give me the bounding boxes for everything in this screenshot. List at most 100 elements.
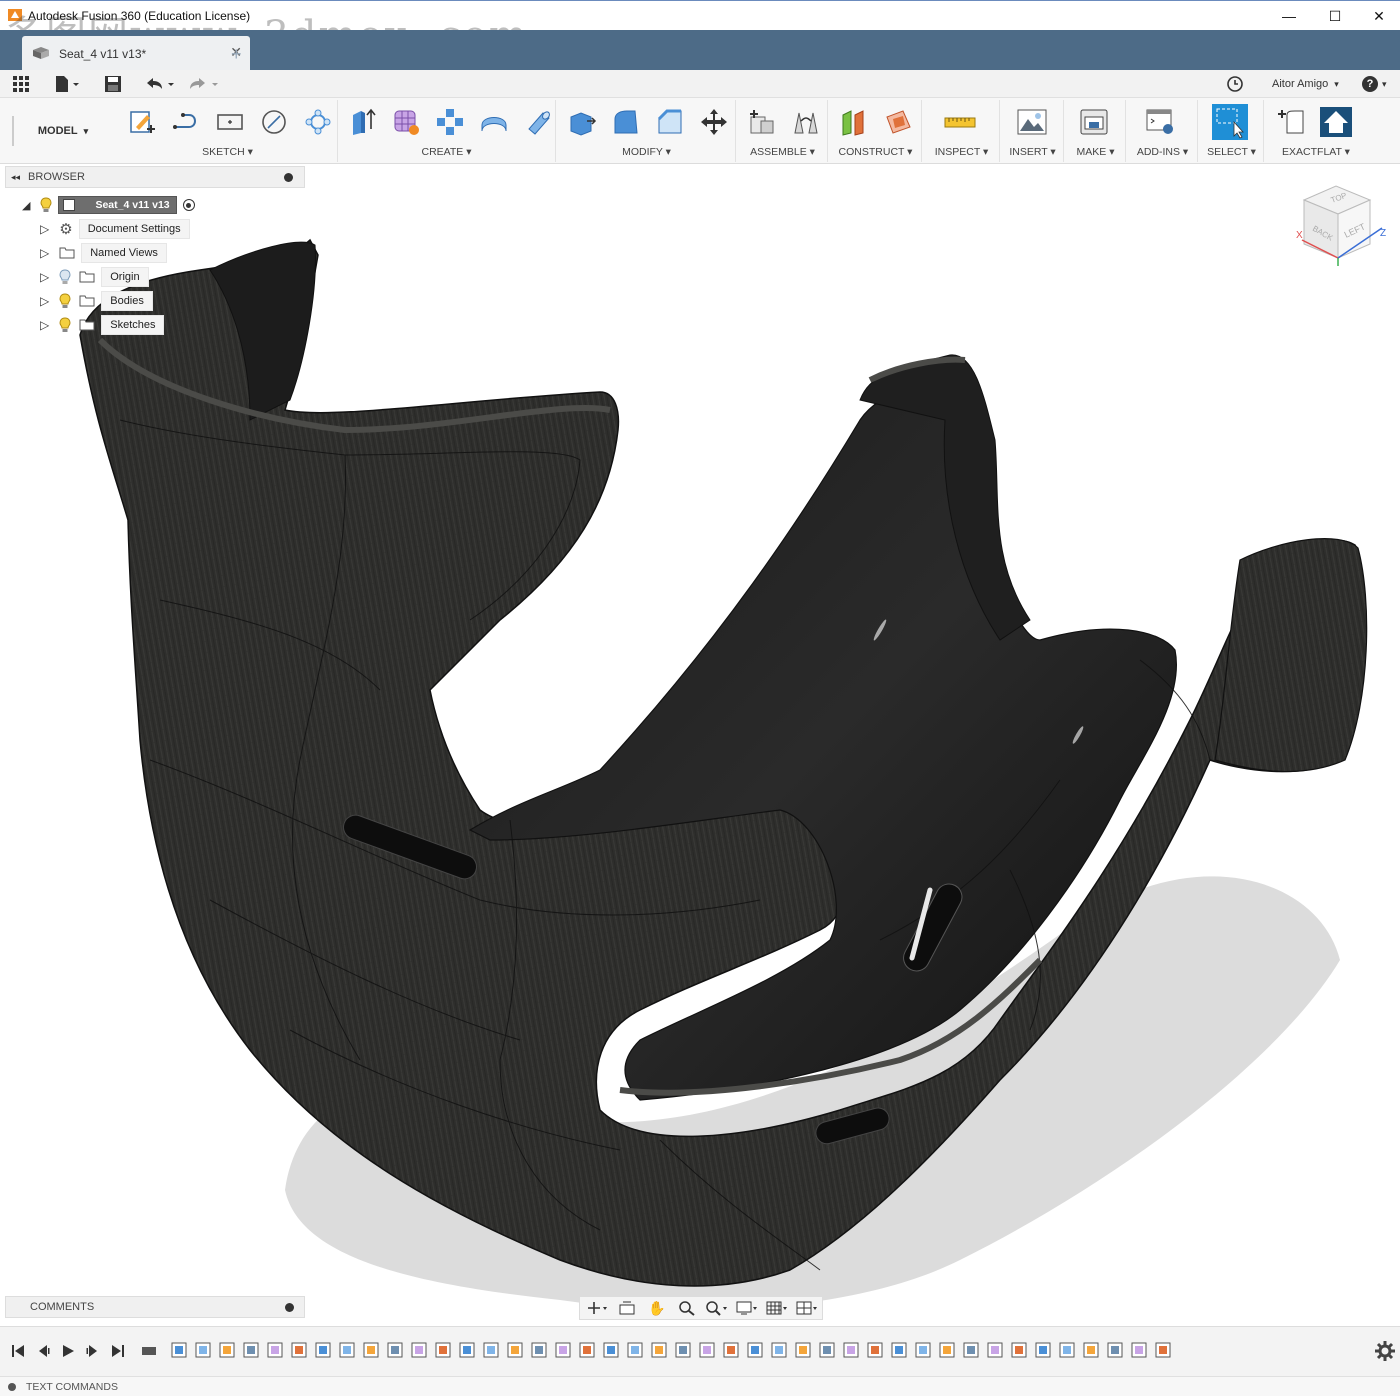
timeline-feature-icon[interactable]	[435, 1342, 451, 1358]
joint-icon[interactable]	[788, 104, 824, 140]
timeline-feature-icon[interactable]	[171, 1342, 187, 1358]
timeline-feature-icon[interactable]	[267, 1342, 283, 1358]
job-status-button[interactable]	[1226, 74, 1244, 94]
gear-icon[interactable]	[1374, 1340, 1396, 1362]
circle-tool-icon[interactable]	[256, 104, 292, 140]
browser-header[interactable]: ◂◂ BROWSER	[5, 166, 305, 188]
lightbulb-icon[interactable]	[40, 197, 52, 213]
add-ins-menu[interactable]: ADD-INS ▾	[1128, 146, 1197, 158]
timeline-feature-icon[interactable]	[579, 1342, 595, 1358]
add-comment-icon[interactable]	[285, 1303, 294, 1312]
timeline-feature-icon[interactable]	[1107, 1342, 1123, 1358]
file-menu-button[interactable]	[54, 74, 80, 94]
3d-print-icon[interactable]	[1076, 104, 1112, 140]
fit-button[interactable]	[704, 1298, 730, 1318]
data-panel-button[interactable]	[12, 74, 30, 94]
help-menu[interactable]: ? ▾	[1362, 74, 1387, 94]
exactflat-new-icon[interactable]	[1274, 104, 1310, 140]
timeline-feature-icon[interactable]	[795, 1342, 811, 1358]
workspace-switcher[interactable]: MODEL ▾	[12, 116, 112, 146]
inspect-menu[interactable]: INSPECT ▾	[924, 146, 999, 158]
tree-item-document-settings[interactable]: ▷ ⚙ Document Settings	[40, 219, 190, 239]
timeline-feature-icon[interactable]	[1083, 1342, 1099, 1358]
timeline-feature-icon[interactable]	[747, 1342, 763, 1358]
timeline-feature-icon[interactable]	[987, 1342, 1003, 1358]
timeline-feature-icon[interactable]	[915, 1342, 931, 1358]
extrude-icon[interactable]	[344, 104, 380, 140]
orbit-button[interactable]	[584, 1298, 610, 1318]
modify-menu[interactable]: MODIFY ▾	[558, 146, 735, 158]
insert-menu[interactable]: INSERT ▾	[1002, 146, 1063, 158]
timeline-prev-button[interactable]	[33, 1341, 53, 1361]
timeline-feature-icon[interactable]	[459, 1342, 475, 1358]
timeline-feature-icon[interactable]	[483, 1342, 499, 1358]
timeline-feature-icon[interactable]	[411, 1342, 427, 1358]
timeline-end-button[interactable]	[108, 1341, 128, 1361]
expand-triangle-icon[interactable]: ▷	[40, 246, 49, 260]
timeline-feature-icon[interactable]	[675, 1342, 691, 1358]
minimize-button[interactable]: —	[1266, 1, 1312, 31]
measure-icon[interactable]	[942, 104, 978, 140]
view-cube[interactable]: TOP BACK LEFT X Z	[1292, 178, 1392, 274]
canvas-viewport[interactable]	[0, 165, 1400, 1325]
construct-menu[interactable]: CONSTRUCT ▾	[830, 146, 921, 158]
document-tab[interactable]: Seat_4 v11 v13* ✕	[22, 36, 250, 70]
fillet-icon[interactable]	[608, 104, 644, 140]
timeline-feature-icon[interactable]	[1035, 1342, 1051, 1358]
timeline-feature-icon[interactable]	[387, 1342, 403, 1358]
expand-triangle-icon[interactable]: ▷	[40, 294, 49, 308]
timeline-features[interactable]	[140, 1339, 1180, 1363]
comments-panel[interactable]: COMMENTS	[5, 1296, 305, 1318]
timeline-feature-icon[interactable]	[1131, 1342, 1147, 1358]
create-sketch-icon[interactable]	[124, 104, 160, 140]
timeline-group-marker[interactable]	[142, 1347, 156, 1355]
close-window-button[interactable]: ✕	[1356, 1, 1400, 31]
expand-triangle-icon[interactable]: ▷	[40, 270, 49, 284]
timeline-feature-icon[interactable]	[195, 1342, 211, 1358]
timeline-feature-icon[interactable]	[363, 1342, 379, 1358]
timeline-feature-icon[interactable]	[963, 1342, 979, 1358]
lightbulb-icon[interactable]	[59, 293, 71, 309]
lightbulb-icon[interactable]	[59, 317, 71, 333]
timeline-feature-icon[interactable]	[891, 1342, 907, 1358]
select-menu[interactable]: SELECT ▾	[1200, 146, 1263, 158]
timeline-feature-icon[interactable]	[555, 1342, 571, 1358]
form-icon[interactable]	[388, 104, 424, 140]
collapse-browser-icon[interactable]: ◂◂	[11, 172, 20, 183]
user-menu[interactable]: Aitor Amigo ▾	[1272, 74, 1339, 94]
cylinder-icon[interactable]	[520, 104, 556, 140]
look-at-button[interactable]	[614, 1298, 640, 1318]
offset-plane-icon[interactable]	[836, 104, 872, 140]
collapse-triangle-icon[interactable]: ◢	[22, 199, 30, 212]
scripts-addins-icon[interactable]	[1142, 104, 1178, 140]
timeline-feature-icon[interactable]	[843, 1342, 859, 1358]
assemble-menu[interactable]: ASSEMBLE ▾	[738, 146, 827, 158]
fit-point-spline-icon[interactable]	[300, 104, 336, 140]
exactflat-flatten-icon[interactable]	[1318, 104, 1354, 140]
tree-item-sketches[interactable]: ▷ Sketches	[40, 315, 165, 335]
timeline-feature-icon[interactable]	[819, 1342, 835, 1358]
tree-item-named-views[interactable]: ▷ Named Views	[40, 243, 167, 263]
timeline-feature-icon[interactable]	[339, 1342, 355, 1358]
plane-at-angle-icon[interactable]	[880, 104, 916, 140]
chamfer-icon[interactable]	[652, 104, 688, 140]
viewports-button[interactable]	[794, 1298, 820, 1318]
save-button[interactable]	[104, 74, 122, 94]
rectangle-tool-icon[interactable]	[212, 104, 248, 140]
zoom-button[interactable]	[674, 1298, 700, 1318]
timeline-feature-icon[interactable]	[651, 1342, 667, 1358]
new-tab-button[interactable]: +	[231, 44, 242, 65]
pan-button[interactable]: ✋	[644, 1298, 670, 1318]
tree-item-origin[interactable]: ▷ Origin	[40, 267, 149, 287]
press-pull-icon[interactable]	[564, 104, 600, 140]
tree-root-row[interactable]: ◢ Seat_4 v11 v13	[22, 195, 195, 215]
timeline-play-button[interactable]	[58, 1341, 78, 1361]
line-tool-icon[interactable]	[168, 104, 204, 140]
exactflat-menu[interactable]: EXACTFLAT ▾	[1266, 146, 1366, 158]
timeline-start-button[interactable]	[8, 1341, 28, 1361]
text-commands-bar[interactable]: TEXT COMMANDS	[0, 1376, 1400, 1396]
timeline-feature-icon[interactable]	[291, 1342, 307, 1358]
lightbulb-off-icon[interactable]	[59, 269, 71, 285]
display-settings-button[interactable]	[734, 1298, 760, 1318]
create-menu[interactable]: CREATE ▾	[338, 146, 555, 158]
